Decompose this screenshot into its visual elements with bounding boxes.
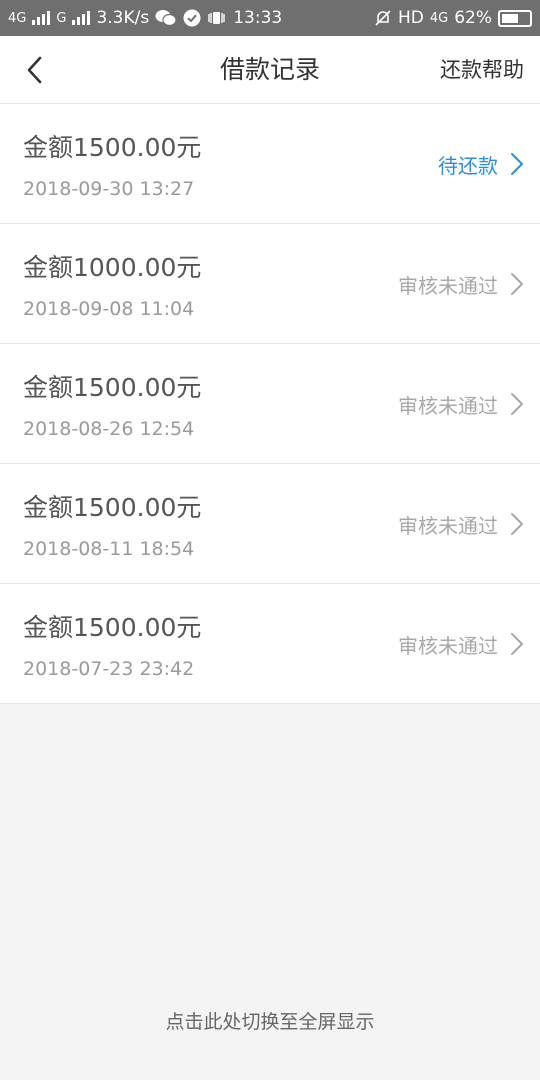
hd-label: HD [397, 8, 424, 28]
wechat-icon [155, 10, 177, 27]
record-date: 2018-08-11 18:54 [23, 538, 195, 560]
check-circle-icon [183, 9, 201, 27]
chevron-right-icon [511, 633, 523, 655]
chevron-right-icon [511, 273, 523, 295]
record-status: 审核未通过 [398, 274, 498, 298]
repay-help-link[interactable]: 还款帮助 [440, 36, 524, 104]
record-amount: 金额1000.00元 [23, 253, 202, 282]
battery-icon [498, 9, 532, 27]
clock: 13:33 [233, 8, 283, 28]
loan-record-row[interactable]: 金额1500.00元 2018-08-11 18:54 审核未通过 [0, 464, 540, 584]
record-amount: 金额1500.00元 [23, 613, 202, 642]
header: 借款记录 还款帮助 [0, 36, 540, 104]
record-status: 审核未通过 [398, 514, 498, 538]
record-status: 审核未通过 [398, 394, 498, 418]
chevron-left-icon [27, 56, 42, 84]
chevron-right-icon [511, 393, 523, 415]
record-status: 审核未通过 [398, 634, 498, 658]
battery-percent: 62% [454, 8, 492, 28]
record-amount: 金额1500.00元 [23, 493, 202, 522]
back-button[interactable] [14, 50, 54, 90]
record-status: 待还款 [438, 154, 498, 178]
signal-icon-2 [72, 11, 91, 25]
loan-record-list: 金额1500.00元 2018-09-30 13:27 待还款金额1000.00元 2… [0, 104, 540, 704]
loan-record-row[interactable]: 金额1500.00元 2018-07-23 23:42 审核未通过 [0, 584, 540, 704]
mute-bell-icon [375, 10, 391, 26]
signal-icon [32, 11, 51, 25]
status-bar-right: HD 4G 62% [374, 8, 532, 28]
record-date: 2018-07-23 23:42 [23, 658, 195, 680]
status-bar: 4G G 3.3K/s 13:33 HD 4G 62% [0, 0, 540, 36]
record-amount: 金额1500.00元 [23, 373, 202, 402]
status-bar-left: 4G G 3.3K/s 13:33 [8, 8, 282, 28]
fullscreen-switch-link[interactable]: 点击此处切换至全屏显示 [0, 1007, 540, 1034]
record-date: 2018-09-08 11:04 [23, 298, 195, 320]
loan-record-row[interactable]: 金额1000.00元 2018-09-08 11:04 审核未通过 [0, 224, 540, 344]
network-type-3: 4G [429, 10, 449, 26]
chevron-right-icon [511, 153, 523, 175]
vibrate-icon [208, 12, 225, 24]
record-date: 2018-09-30 13:27 [23, 178, 195, 200]
network-type-2: G [56, 10, 67, 26]
loan-record-row[interactable]: 金额1500.00元 2018-09-30 13:27 待还款 [0, 104, 540, 224]
record-date: 2018-08-26 12:54 [23, 418, 195, 440]
network-speed: 3.3K/s [96, 8, 150, 28]
chevron-right-icon [511, 513, 523, 535]
record-amount: 金额1500.00元 [23, 133, 202, 162]
network-type-1: 4G [8, 10, 27, 26]
loan-record-row[interactable]: 金额1500.00元 2018-08-26 12:54 审核未通过 [0, 344, 540, 464]
